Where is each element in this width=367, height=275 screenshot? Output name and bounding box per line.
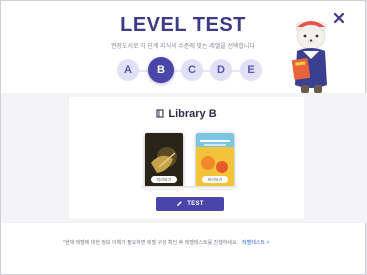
level-test-link[interactable]: 레벨테스트 > [242,240,269,246]
book-icon [156,109,165,121]
library-title-text: Library B [168,108,217,120]
pencil-icon [176,200,183,209]
bear-mascot-illustration [287,13,337,95]
step-e[interactable]: E [240,59,262,81]
footer-note-text: *현재 레벨에 대한 정보 이해가 필요하면 레벨 구성 확인 후 레벨테스트를… [63,240,239,246]
footer-note: *현재 레벨에 대한 정보 이해가 필요하면 레벨 구성 확인 후 레벨테스트를… [63,239,323,246]
step-d[interactable]: D [210,59,232,81]
level-step-selector: A B C D E [111,57,271,83]
test-button-label: TEST [187,201,204,207]
preview-badge[interactable]: 미리보기 [202,176,228,183]
book-cover-2[interactable]: 미리보기 [196,133,234,187]
test-button[interactable]: TEST [156,197,224,211]
step-c[interactable]: C [181,59,203,81]
shelf-divider [141,186,237,189]
book-cover-1[interactable]: 미리보기 [145,133,183,187]
level-test-dialog: LEVEL TEST 권장도서로 각 단계 지식의 수준에 맞는 레벨을 선택합… [0,0,367,275]
library-title: Library B [69,108,304,121]
step-a[interactable]: A [117,59,139,81]
step-b[interactable]: B [148,57,174,83]
preview-badge[interactable]: 미리보기 [151,176,177,183]
